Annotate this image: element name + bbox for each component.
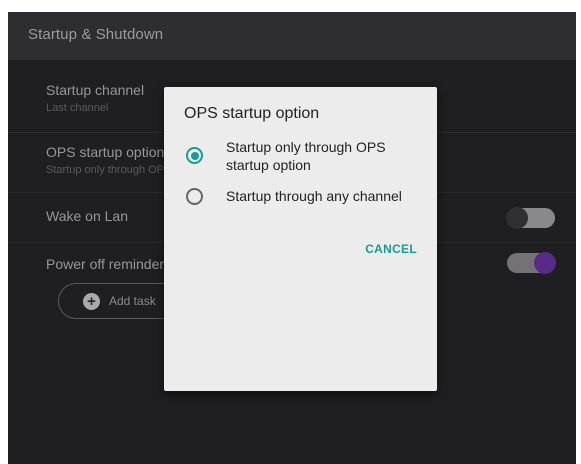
cancel-button[interactable]: CANCEL (365, 242, 417, 256)
radio-unchecked-icon[interactable] (186, 188, 203, 205)
option-label: Startup through any channel (226, 188, 402, 204)
option-ops-only[interactable]: Startup only through OPS startup option (184, 137, 424, 177)
ops-startup-option-dialog: OPS startup option Startup only through … (164, 87, 437, 391)
tv-settings-screen: ‹ Startup & Shutdown Startup channel Las… (8, 12, 576, 464)
radio-checked-icon[interactable] (186, 147, 203, 164)
option-label: Startup only through OPS startup option (226, 139, 386, 173)
option-any-channel[interactable]: Startup through any channel (184, 187, 424, 211)
dialog-title: OPS startup option (184, 105, 320, 122)
top-band (0, 0, 581, 12)
